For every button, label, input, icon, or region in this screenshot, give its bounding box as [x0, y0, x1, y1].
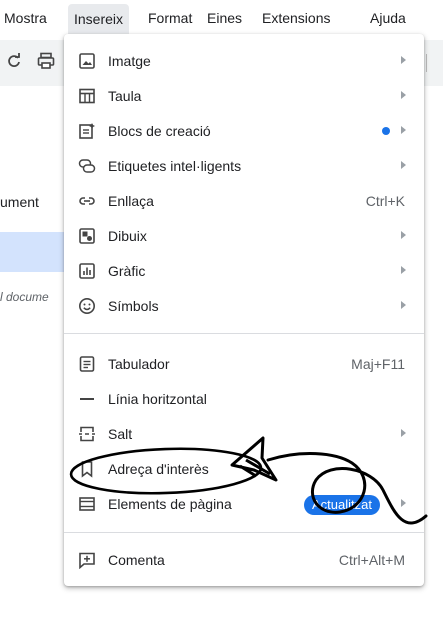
menu-extensions[interactable]: Extensions: [262, 10, 330, 26]
doc-placeholder-text: l docume: [0, 290, 49, 304]
submenu-arrow-icon: [401, 126, 406, 134]
menu-item-comment[interactable]: Comenta Ctrl+Alt+M: [64, 543, 424, 578]
submenu-arrow-icon: [401, 91, 406, 99]
menu-item-label: Imatge: [108, 53, 151, 69]
menu-item-label: Adreça d'interès: [108, 461, 209, 477]
shortcut-label: Ctrl+K: [365, 193, 405, 209]
insert-menu: Imatge Taula Blocs de creació Etiquetes …: [64, 34, 424, 586]
doc-outline-label: ument: [0, 194, 39, 210]
menu-item-drawing[interactable]: Dibuix: [64, 219, 424, 254]
menu-item-label: Línia horitzontal: [108, 391, 207, 407]
submenu-arrow-icon: [401, 499, 406, 507]
smart-chips-icon: [78, 157, 96, 175]
table-icon: [78, 87, 96, 105]
menu-bar: Mostra Insereix Format Eines Extensions …: [0, 0, 443, 36]
image-icon: [78, 52, 96, 70]
menu-divider: [64, 333, 424, 334]
menu-insereix[interactable]: Insereix: [68, 4, 130, 34]
submenu-arrow-icon: [401, 231, 406, 239]
menu-item-building-blocks[interactable]: Blocs de creació: [64, 114, 424, 149]
submenu-arrow-icon: [401, 161, 406, 169]
updated-badge: Actualitzat: [304, 495, 380, 515]
menu-item-label: Enllaça: [108, 193, 154, 209]
menu-item-label: Etiquetes intel·ligents: [108, 158, 242, 174]
emoji-icon: [78, 297, 96, 315]
menu-mostra[interactable]: Mostra: [4, 10, 47, 26]
submenu-arrow-icon: [401, 56, 406, 64]
menu-item-label: Blocs de creació: [108, 123, 211, 139]
menu-item-tab[interactable]: Tabulador Maj+F11: [64, 347, 424, 382]
menu-item-symbols[interactable]: Símbols: [64, 289, 424, 324]
menu-item-page-elements[interactable]: Elements de pàgina Actualitzat: [64, 487, 424, 522]
menu-item-label: Símbols: [108, 298, 159, 314]
menu-eines[interactable]: Eines: [207, 10, 242, 26]
shortcut-label: Ctrl+Alt+M: [338, 552, 405, 568]
menu-item-link[interactable]: Enllaça Ctrl+K: [64, 184, 424, 219]
menu-item-horizontal-line[interactable]: Línia horitzontal: [64, 382, 424, 417]
submenu-arrow-icon: [401, 301, 406, 309]
drawing-icon: [78, 227, 96, 245]
menu-ajuda[interactable]: Ajuda: [370, 10, 406, 26]
break-icon: [78, 425, 96, 443]
menu-item-label: Elements de pàgina: [108, 496, 232, 512]
menu-divider: [64, 532, 424, 533]
menu-item-label: Salt: [108, 426, 133, 442]
menu-item-image[interactable]: Imatge: [64, 44, 424, 79]
submenu-arrow-icon: [401, 429, 406, 437]
menu-item-label: Tabulador: [108, 356, 170, 372]
menu-item-label: Dibuix: [108, 228, 147, 244]
toolbar-divider: [426, 54, 427, 72]
menu-item-smart-chips[interactable]: Etiquetes intel·ligents: [64, 149, 424, 184]
building-blocks-icon: [78, 122, 96, 140]
menu-item-chart[interactable]: Gràfic: [64, 254, 424, 289]
page-elements-icon: [78, 495, 96, 513]
shortcut-label: Maj+F11: [351, 356, 405, 372]
menu-item-label: Gràfic: [108, 263, 146, 279]
submenu-arrow-icon: [401, 266, 406, 274]
horizontal-line-icon: [78, 390, 96, 408]
menu-format[interactable]: Format: [148, 10, 192, 26]
tab-icon: [78, 355, 96, 373]
chart-icon: [78, 262, 96, 280]
link-icon: [78, 192, 96, 210]
menu-item-label: Comenta: [108, 552, 165, 568]
menu-item-break[interactable]: Salt: [64, 417, 424, 452]
print-icon[interactable]: [36, 52, 56, 72]
menu-item-table[interactable]: Taula: [64, 79, 424, 114]
bookmark-icon: [78, 460, 96, 478]
add-comment-icon: [78, 551, 96, 570]
redo-icon[interactable]: [4, 52, 24, 72]
menu-item-bookmark[interactable]: Adreça d'interès: [64, 452, 424, 487]
doc-selected-item: [0, 232, 70, 272]
menu-item-label: Taula: [108, 88, 142, 104]
new-indicator-dot: [382, 127, 390, 135]
